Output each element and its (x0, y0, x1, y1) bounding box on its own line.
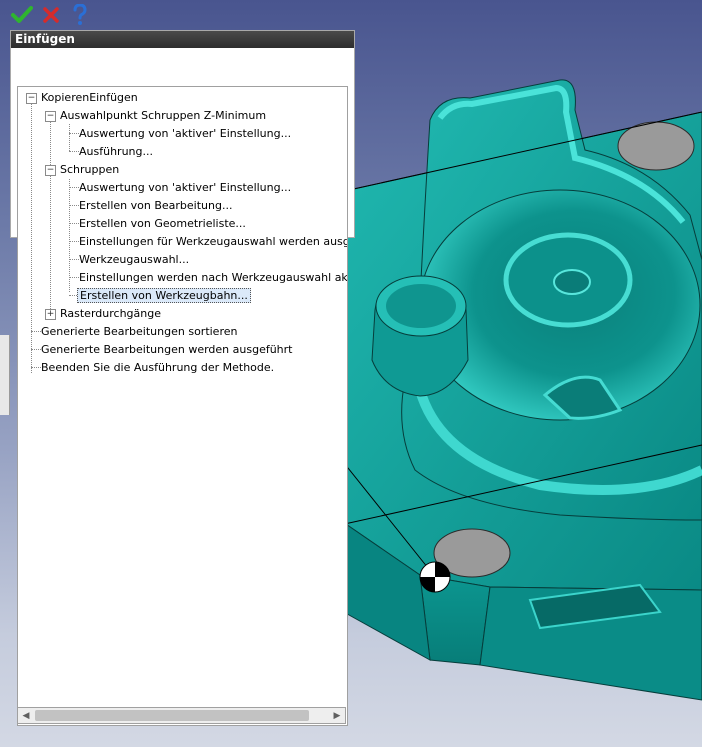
tree-item-label: KopierenEinfügen (41, 91, 138, 104)
tree-item-label: Rasterdurchgänge (60, 307, 161, 320)
tree-item-schruppen[interactable]: Schruppen (60, 161, 119, 179)
tree-item-label: Auswahlpunkt Schruppen Z-Minimum (60, 109, 267, 122)
tree-item-label: Einstellungen für Werkzeugauswahl werden… (79, 235, 348, 248)
tree-item[interactable]: Beenden Sie die Ausführung der Methode. (41, 359, 274, 377)
tree-expander[interactable]: − (26, 93, 37, 104)
close-icon (43, 7, 59, 23)
help-icon (73, 4, 87, 25)
boss-top-inner (386, 284, 456, 328)
tree-item[interactable]: Ausführung... (79, 143, 153, 161)
tree-item-label: Auswertung von 'aktiver' Einstellung... (79, 181, 292, 194)
tree-item[interactable]: Generierte Bearbeitungen sortieren (41, 323, 237, 341)
help-button[interactable] (69, 4, 91, 26)
tree-item-selected[interactable]: Erstellen von Werkzeugbahn... (77, 287, 251, 305)
ok-button[interactable] (11, 4, 33, 26)
tree-item-label: Erstellen von Geometrieliste... (79, 217, 246, 230)
panel-title: Einfügen (11, 31, 354, 48)
cancel-button[interactable] (40, 4, 62, 26)
tree-expander[interactable]: − (45, 165, 56, 176)
checkmark-icon (11, 6, 33, 23)
panel-resize-edge[interactable] (0, 335, 10, 415)
chevron-right-icon: ▶ (333, 710, 341, 721)
tree-item-label: Erstellen von Werkzeugbahn... (77, 288, 251, 303)
mold-center-boss (553, 269, 591, 295)
tree-item[interactable]: Generierte Bearbeitungen werden ausgefüh… (41, 341, 293, 359)
tree-item[interactable]: Auswertung von 'aktiver' Einstellung... (79, 179, 291, 197)
tree-item-label: Generierte Bearbeitungen sortieren (41, 325, 238, 338)
horizontal-scrollbar[interactable]: ◀ ▶ (17, 707, 346, 724)
tree-item-label: Werkzeugauswahl... (79, 253, 190, 266)
hole-back (617, 121, 695, 171)
tree-item[interactable]: Werkzeugauswahl... (79, 251, 189, 269)
scroll-left-button[interactable]: ◀ (18, 708, 34, 723)
tree-item[interactable]: Erstellen von Geometrieliste... (79, 215, 246, 233)
tree-item-rasterdurchgaenge[interactable]: Rasterdurchgänge (60, 305, 161, 323)
tree-item[interactable]: Erstellen von Bearbeitung... (79, 197, 232, 215)
chevron-left-icon: ◀ (22, 710, 30, 721)
tree-item[interactable]: Einstellungen für Werkzeugauswahl werden… (79, 233, 348, 251)
tree-item-label: Beenden Sie die Ausführung der Methode. (41, 361, 275, 374)
tree-item-auswahlpunkt[interactable]: Auswahlpunkt Schruppen Z-Minimum (60, 107, 266, 125)
scroll-right-button[interactable]: ▶ (329, 708, 345, 723)
tree-item-label: Ausführung... (79, 145, 153, 158)
tree-item-label: Schruppen (60, 163, 120, 176)
tree-item[interactable]: Auswertung von 'aktiver' Einstellung... (79, 125, 291, 143)
tree-item-label: Generierte Bearbeitungen werden ausgefüh… (41, 343, 293, 356)
scrollbar-thumb[interactable] (35, 710, 309, 721)
dialog-toolbar (0, 0, 702, 30)
origin-marker-icon[interactable] (419, 561, 451, 593)
tree-item-label: Einstellungen werden nach Werkzeugauswah… (79, 271, 348, 284)
tree-expander[interactable]: − (45, 111, 56, 122)
method-tree[interactable]: − KopierenEinfügen − Auswahlpunkt Schrup… (17, 86, 348, 726)
tree-expander[interactable]: + (45, 309, 56, 320)
tree-item-kopieren-einfuegen[interactable]: KopierenEinfügen (41, 89, 138, 107)
tree-item[interactable]: Einstellungen werden nach Werkzeugauswah… (79, 269, 348, 287)
tree-item-label: Auswertung von 'aktiver' Einstellung... (79, 127, 292, 140)
tree-item-label: Erstellen von Bearbeitung... (79, 199, 233, 212)
